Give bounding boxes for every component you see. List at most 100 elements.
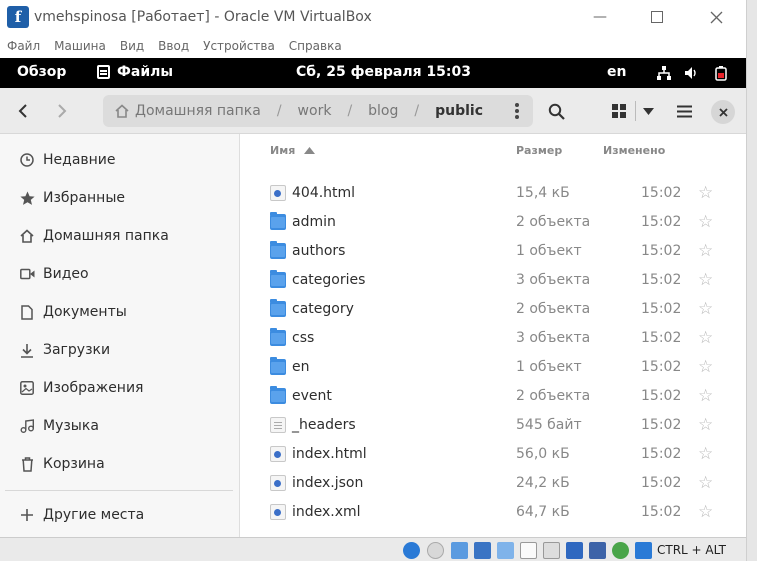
sidebar-item-other-locations[interactable]: Другие места — [0, 496, 239, 534]
menu-view[interactable]: Вид — [120, 39, 144, 53]
star-toggle-icon[interactable]: ☆ — [698, 183, 713, 203]
star-toggle-icon[interactable]: ☆ — [698, 502, 713, 522]
guest-additions-icon[interactable] — [612, 542, 629, 559]
star-toggle-icon[interactable]: ☆ — [698, 212, 713, 232]
sidebar-item-recent[interactable]: Недавние — [0, 141, 239, 179]
usb-icon[interactable] — [497, 542, 514, 559]
sidebar-item-home[interactable]: Домашняя папка — [0, 217, 239, 255]
maximize-icon[interactable] — [645, 5, 669, 29]
activities-button[interactable]: Обзор — [17, 64, 66, 80]
file-name: event — [292, 387, 332, 404]
menu-input[interactable]: Ввод — [158, 39, 189, 53]
forward-button[interactable] — [48, 98, 76, 124]
star-toggle-icon[interactable]: ☆ — [698, 444, 713, 464]
host-window-edge — [746, 0, 757, 561]
hard-disk-icon[interactable] — [403, 542, 420, 559]
sidebar-item-label: Музыка — [43, 418, 99, 434]
file-row[interactable]: admin 2 объекта 15:02 ☆ — [240, 207, 746, 236]
path-public[interactable]: public — [435, 103, 483, 119]
menu-machine[interactable]: Машина — [54, 39, 106, 53]
file-row[interactable]: css 3 объекта 15:02 ☆ — [240, 323, 746, 352]
sidebar-item-starred[interactable]: Избранные — [0, 179, 239, 217]
file-row[interactable]: index.json 24,2 кБ 15:02 ☆ — [240, 468, 746, 497]
volume-icon[interactable] — [683, 65, 699, 81]
network-icon[interactable] — [656, 65, 672, 81]
vrde-icon[interactable] — [589, 542, 606, 559]
file-modified: 15:02 — [641, 445, 682, 462]
file-row[interactable]: categories 3 объекта 15:02 ☆ — [240, 265, 746, 294]
star-toggle-icon[interactable]: ☆ — [698, 328, 713, 348]
file-row[interactable]: index.html 56,0 кБ 15:02 ☆ — [240, 439, 746, 468]
file-size: 56,0 кБ — [516, 445, 570, 462]
file-row[interactable]: event 2 объекта 15:02 ☆ — [240, 381, 746, 410]
sidebar-item-video[interactable]: Видео — [0, 255, 239, 293]
virtualbox-app-icon: f — [7, 6, 29, 28]
star-toggle-icon[interactable]: ☆ — [698, 415, 713, 435]
path-separator: / — [347, 103, 353, 119]
clock[interactable]: Сб, 25 февраля 15:03 — [296, 64, 471, 80]
battery-icon[interactable] — [713, 65, 729, 81]
download-icon — [19, 342, 35, 358]
menu-file[interactable]: Файл — [7, 39, 40, 53]
file-row[interactable]: category 2 объекта 15:02 ☆ — [240, 294, 746, 323]
grid-view-button[interactable] — [603, 97, 635, 125]
host-key-arrow-icon[interactable] — [635, 542, 652, 559]
web-file-icon — [270, 445, 286, 462]
folder-icon — [270, 211, 286, 230]
file-row[interactable]: index.xml 64,7 кБ 15:02 ☆ — [240, 497, 746, 526]
keyboard-layout-indicator[interactable]: en — [607, 64, 626, 80]
optical-drive-icon[interactable] — [427, 542, 444, 559]
file-row[interactable]: _headers 545 байт 15:02 ☆ — [240, 410, 746, 439]
menu-devices[interactable]: Устройства — [203, 39, 275, 53]
app-menu-files[interactable]: Файлы — [97, 64, 173, 80]
star-toggle-icon[interactable]: ☆ — [698, 270, 713, 290]
path-work[interactable]: work — [298, 103, 332, 119]
close-icon[interactable] — [704, 5, 728, 29]
sidebar-item-documents[interactable]: Документы — [0, 293, 239, 331]
file-name: category — [292, 300, 354, 317]
display-icon[interactable] — [543, 542, 560, 559]
grid-view-icon — [612, 104, 626, 118]
file-name: authors — [292, 242, 346, 259]
star-toggle-icon[interactable]: ☆ — [698, 241, 713, 261]
path-separator: / — [276, 103, 282, 119]
folder-icon — [270, 385, 286, 404]
path-blog[interactable]: blog — [368, 103, 398, 119]
file-size: 3 объекта — [516, 329, 591, 346]
search-icon — [548, 103, 565, 120]
star-toggle-icon[interactable]: ☆ — [698, 299, 713, 319]
audio-icon[interactable] — [451, 542, 468, 559]
column-header-name[interactable]: Имя — [270, 144, 316, 157]
sidebar-item-music[interactable]: Музыка — [0, 407, 239, 445]
star-toggle-icon[interactable]: ☆ — [698, 473, 713, 493]
sidebar-item-pictures[interactable]: Изображения — [0, 369, 239, 407]
text-file-icon — [270, 416, 286, 433]
star-toggle-icon[interactable]: ☆ — [698, 386, 713, 406]
column-header-modified[interactable]: Изменено — [603, 144, 665, 157]
network-adapter-icon[interactable] — [474, 542, 491, 559]
file-modified: 15:02 — [641, 329, 682, 346]
sort-ascending-icon — [304, 147, 316, 154]
path-home[interactable]: Домашняя папка — [115, 103, 261, 119]
column-header-size[interactable]: Размер — [516, 144, 562, 157]
main-menu-button[interactable] — [673, 98, 695, 124]
menu-help[interactable]: Справка — [289, 39, 342, 53]
nautilus-headerbar: Домашняя папка / work / blog / public — [0, 88, 746, 134]
shared-folders-icon[interactable] — [520, 542, 537, 559]
file-row[interactable]: en 1 объект 15:02 ☆ — [240, 352, 746, 381]
path-menu-icon[interactable] — [515, 103, 519, 119]
sidebar-item-downloads[interactable]: Загрузки — [0, 331, 239, 369]
window-close-button[interactable] — [711, 100, 735, 124]
sidebar-item-trash[interactable]: Корзина — [0, 445, 239, 483]
minimize-icon[interactable]: — — [588, 5, 612, 29]
video-capture-icon[interactable] — [566, 542, 583, 559]
star-toggle-icon[interactable]: ☆ — [698, 357, 713, 377]
search-button[interactable] — [544, 98, 568, 124]
file-name: categories — [292, 271, 366, 288]
back-button[interactable] — [9, 98, 37, 124]
view-options-button[interactable] — [636, 97, 660, 125]
file-modified: 15:02 — [641, 271, 682, 288]
file-row[interactable]: 404.html 15,4 кБ 15:02 ☆ — [240, 178, 746, 207]
file-row[interactable]: authors 1 объект 15:02 ☆ — [240, 236, 746, 265]
files-app-icon — [97, 65, 110, 79]
